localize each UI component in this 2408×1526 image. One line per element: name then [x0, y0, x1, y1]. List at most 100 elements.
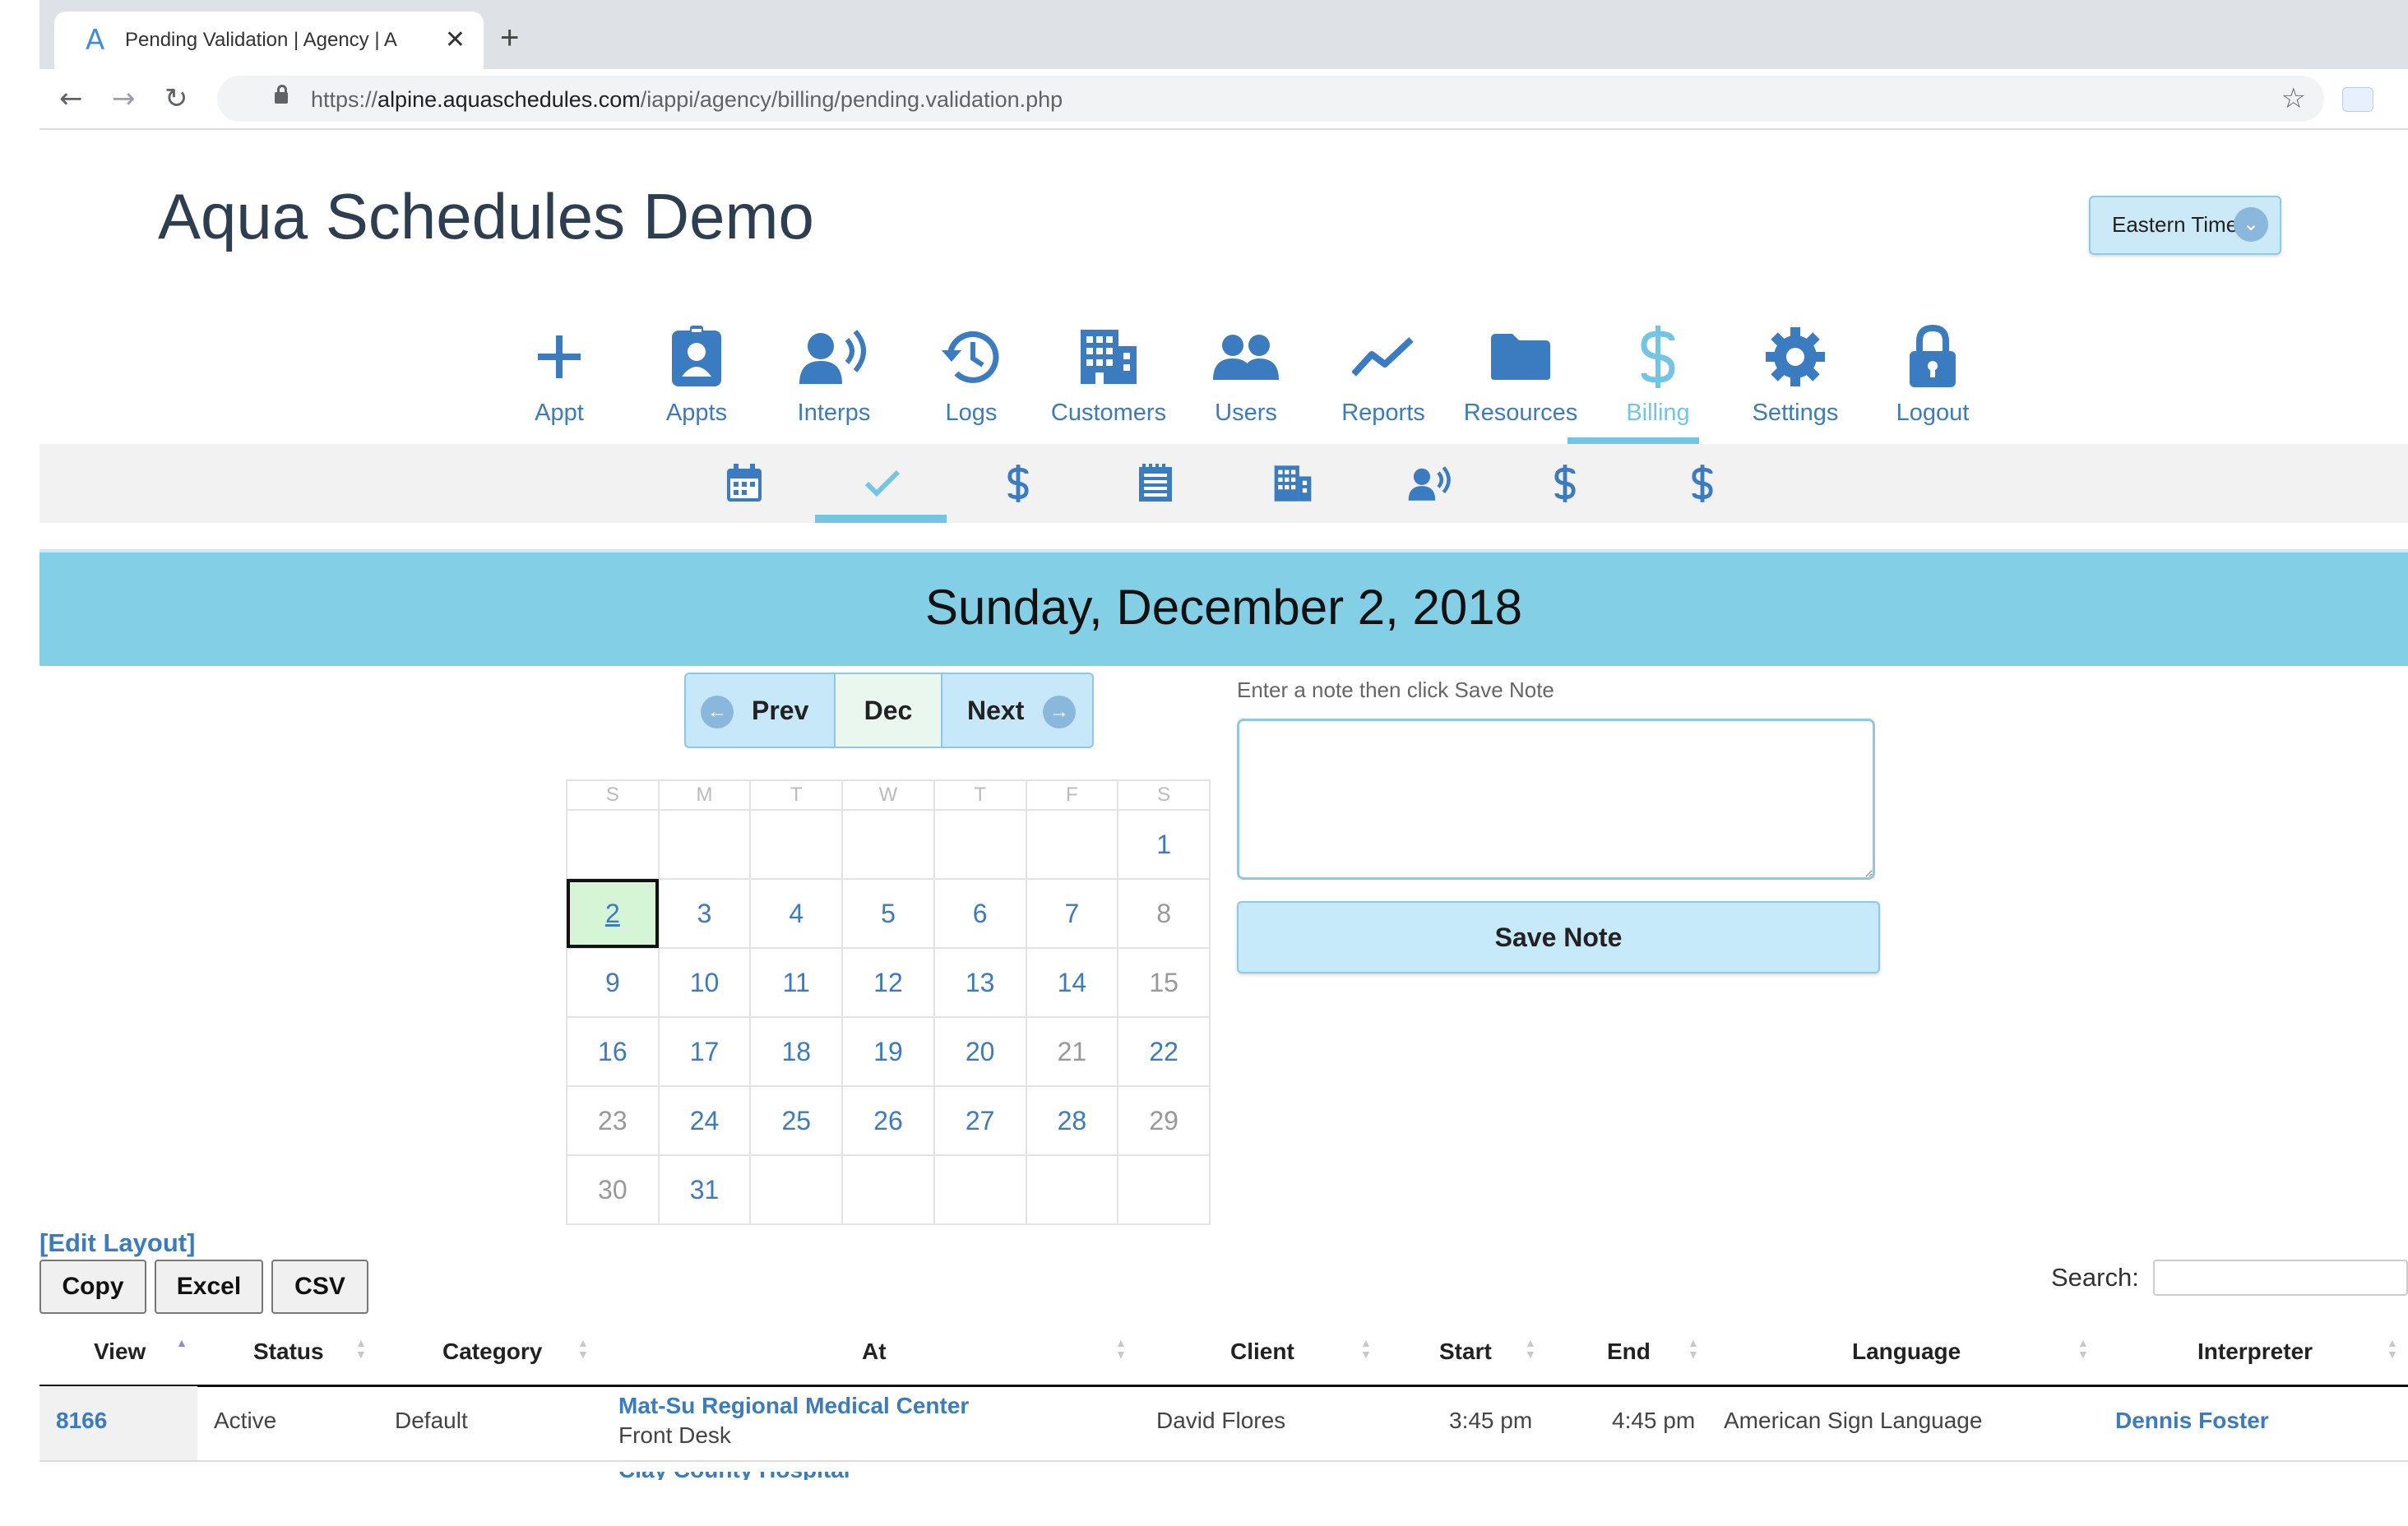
back-icon[interactable]: ← — [59, 84, 83, 113]
bookmark-star-icon[interactable]: ☆ — [2281, 84, 2306, 113]
search-input[interactable] — [2153, 1260, 2408, 1296]
calendar-day[interactable]: 3 — [657, 878, 752, 949]
column-header-category[interactable]: Category — [442, 1339, 542, 1365]
sort-icon[interactable]: ▲ ▼ — [1688, 1337, 1699, 1360]
calendar-day[interactable]: 12 — [841, 947, 935, 1018]
calendar-day[interactable]: 13 — [933, 947, 1027, 1018]
nav-item-appts[interactable]: Appts — [631, 321, 762, 427]
calendar-empty-cell — [841, 1154, 935, 1225]
tab-title: Pending Validation | Agency | A — [125, 29, 397, 51]
calendar-day[interactable]: 20 — [933, 1016, 1027, 1087]
browser-tab[interactable]: A Pending Validation | Agency | A ✕ — [54, 12, 484, 69]
column-header-status[interactable]: Status — [253, 1339, 324, 1365]
calendar-day[interactable]: 23 — [566, 1085, 660, 1156]
save-note-button[interactable]: Save Note — [1237, 901, 1880, 973]
calendar-day[interactable]: 16 — [566, 1016, 660, 1087]
calendar-day[interactable]: 28 — [1025, 1085, 1119, 1156]
location-link[interactable]: Clay County Hospital — [618, 1472, 947, 1480]
nav-item-settings[interactable]: Settings — [1730, 321, 1861, 427]
calendar-day[interactable]: 4 — [749, 878, 844, 949]
column-header-language[interactable]: Language — [1852, 1339, 1961, 1365]
column-header-client[interactable]: Client — [1230, 1339, 1294, 1365]
interpreter-icon[interactable] — [1401, 460, 1459, 506]
sort-icon[interactable]: ▲ ▼ — [1115, 1337, 1127, 1360]
excel-button[interactable]: Excel — [155, 1260, 263, 1314]
csv-button[interactable]: CSV — [271, 1260, 368, 1314]
calendar-day[interactable]: 19 — [841, 1016, 935, 1087]
reload-icon[interactable]: ↻ — [164, 84, 188, 113]
location-link[interactable]: Mat-Su Regional Medical Center — [618, 1393, 969, 1419]
calendar-day[interactable]: 9 — [566, 947, 660, 1018]
calendar-day[interactable]: 2 — [566, 878, 660, 949]
calendar-day[interactable]: 30 — [566, 1154, 660, 1225]
check-icon[interactable] — [854, 460, 911, 506]
prev-month-button[interactable]: ← Prev — [686, 674, 834, 747]
nav-item-customers[interactable]: Customers — [1043, 321, 1174, 427]
nav-item-users[interactable]: Users — [1180, 321, 1312, 427]
sort-icon[interactable]: ▲ ▼ — [355, 1337, 367, 1360]
column-header-end[interactable]: End — [1607, 1339, 1651, 1365]
timezone-value: Eastern Time — [2112, 212, 2239, 237]
next-month-button[interactable]: Next → — [941, 674, 1092, 747]
column-header-at[interactable]: At — [862, 1339, 887, 1365]
calendar-day[interactable]: 18 — [749, 1016, 844, 1087]
nav-item-resources[interactable]: Resources — [1455, 321, 1586, 427]
calendar-day[interactable]: 27 — [933, 1085, 1027, 1156]
calendar-day[interactable]: 31 — [657, 1154, 752, 1225]
column-header-interpreter[interactable]: Interpreter — [2197, 1339, 2313, 1365]
new-tab-icon[interactable]: + — [500, 21, 519, 54]
sort-asc-icon[interactable]: ▲ — [176, 1337, 188, 1348]
sort-icon[interactable]: ▲ ▼ — [2077, 1337, 2089, 1360]
close-tab-icon[interactable]: ✕ — [445, 28, 465, 53]
calendar-empty-cell — [1025, 809, 1119, 880]
lock-icon[interactable] — [275, 85, 288, 104]
calendar-day[interactable]: 22 — [1117, 1016, 1211, 1087]
nav-item-logout[interactable]: Logout — [1867, 321, 1998, 427]
note-textarea[interactable] — [1237, 719, 1875, 880]
nav-item-logs[interactable]: Logs — [905, 321, 1037, 427]
interpreter-link[interactable]: Dennis Foster — [2115, 1408, 2269, 1434]
nav-item-appt[interactable]: Appt — [493, 321, 625, 427]
column-header-start[interactable]: Start — [1439, 1339, 1492, 1365]
calendar-day[interactable]: 29 — [1117, 1085, 1211, 1156]
browser-menu-icon[interactable]: ⋮ — [2401, 81, 2408, 113]
sort-icon[interactable]: ▲ ▼ — [1360, 1337, 1372, 1360]
calendar-day[interactable]: 14 — [1025, 947, 1119, 1018]
sort-icon[interactable]: ▲ ▼ — [2387, 1337, 2398, 1360]
column-header-view[interactable]: View — [94, 1339, 146, 1365]
calendar-day[interactable]: 8 — [1117, 878, 1211, 949]
dollar-icon[interactable] — [1674, 460, 1731, 506]
calendar-day[interactable]: 25 — [749, 1085, 844, 1156]
view-link[interactable]: 8166 — [56, 1408, 107, 1434]
calendar-day[interactable]: 17 — [657, 1016, 752, 1087]
sort-icon[interactable]: ▲ ▼ — [577, 1337, 589, 1360]
edit-layout-link[interactable]: [Edit Layout] — [39, 1228, 195, 1258]
nav-item-billing[interactable]: Billing — [1592, 321, 1724, 427]
calendar-day[interactable]: 24 — [657, 1085, 752, 1156]
calendar-day[interactable]: 10 — [657, 947, 752, 1018]
copy-button[interactable]: Copy — [39, 1260, 146, 1314]
forward-icon[interactable]: → — [112, 84, 136, 113]
calendar-day[interactable]: 7 — [1025, 878, 1119, 949]
sort-icon[interactable]: ▲ ▼ — [1525, 1337, 1536, 1360]
nav-item-interps[interactable]: Interps — [768, 321, 900, 427]
nav-item-reports[interactable]: Reports — [1317, 321, 1449, 427]
calendar-icon[interactable] — [715, 460, 773, 506]
dollar-icon[interactable] — [1536, 460, 1594, 506]
calendar-day[interactable]: 5 — [841, 878, 935, 949]
calendar-day[interactable]: 26 — [841, 1085, 935, 1156]
extension-icon[interactable] — [2342, 87, 2373, 112]
building-icon[interactable] — [1264, 460, 1322, 506]
calendar-day[interactable]: 6 — [933, 878, 1027, 949]
document-icon[interactable] — [1127, 460, 1184, 506]
calendar-day[interactable]: 15 — [1117, 947, 1211, 1018]
timezone-select[interactable]: Eastern Time ⌄ — [2089, 196, 2281, 255]
calendar-day[interactable]: 21 — [1025, 1016, 1119, 1087]
weekday-label: S — [566, 779, 660, 811]
calendar-day[interactable]: 11 — [749, 947, 844, 1018]
url-text[interactable]: https://alpine.aquaschedules.com/iappi/a… — [311, 87, 1063, 113]
calendar-day[interactable]: 1 — [1117, 809, 1211, 880]
billing-subnav — [39, 444, 2408, 523]
address-bar[interactable]: https://alpine.aquaschedules.com/iappi/a… — [217, 76, 2324, 122]
dollar-icon[interactable] — [989, 460, 1047, 506]
